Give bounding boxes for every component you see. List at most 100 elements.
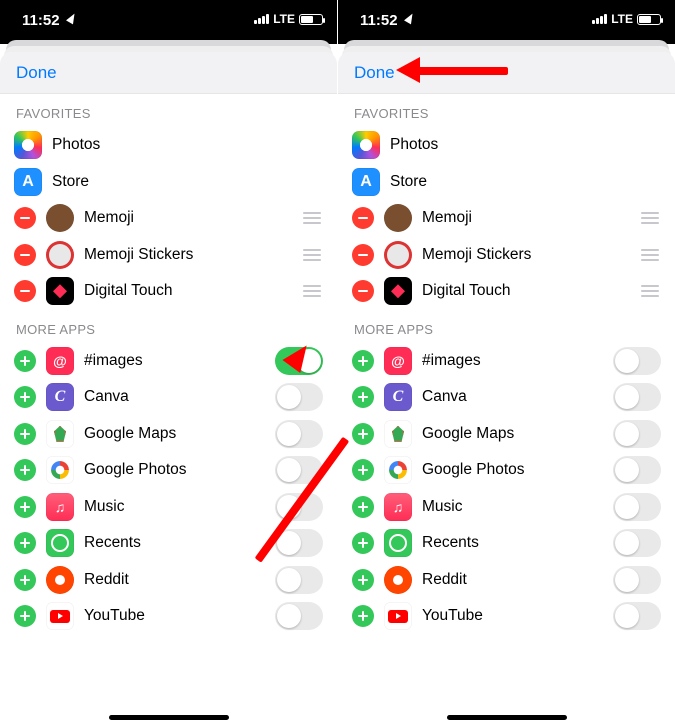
list-item: Music xyxy=(338,489,675,526)
app-label: Memoji xyxy=(422,209,472,227)
toggle-recents[interactable] xyxy=(275,529,323,557)
add-button[interactable] xyxy=(14,569,36,591)
app-label: Digital Touch xyxy=(422,282,510,300)
toggle-recents[interactable] xyxy=(613,529,661,557)
app-label: Reddit xyxy=(84,571,129,589)
toggle-canva[interactable] xyxy=(613,383,661,411)
remove-button[interactable] xyxy=(352,207,374,229)
home-indicator[interactable] xyxy=(447,715,567,720)
done-button[interactable]: Done xyxy=(16,63,57,83)
remove-button[interactable] xyxy=(352,244,374,266)
add-button[interactable] xyxy=(352,532,374,554)
app-label: #images xyxy=(84,352,143,370)
toggle-gphotos[interactable] xyxy=(275,456,323,484)
reddit-icon xyxy=(384,566,412,594)
network-label: LTE xyxy=(273,12,295,26)
add-button[interactable] xyxy=(352,350,374,372)
add-button[interactable] xyxy=(352,386,374,408)
app-label: Memoji Stickers xyxy=(84,246,193,264)
add-button[interactable] xyxy=(14,386,36,408)
phone-left: 11:52 LTE Done FAVORITES Photos xyxy=(0,0,337,726)
toggle-reddit[interactable] xyxy=(275,566,323,594)
add-button[interactable] xyxy=(14,423,36,445)
toggle-gmaps[interactable] xyxy=(613,420,661,448)
app-label: Reddit xyxy=(422,571,467,589)
reorder-handle-icon[interactable] xyxy=(639,249,661,261)
list-item: Google Maps xyxy=(0,416,337,453)
toggle-music[interactable] xyxy=(275,493,323,521)
content[interactable]: FAVORITES Photos Store Memoji xyxy=(0,94,337,726)
app-label: Store xyxy=(52,173,89,191)
remove-button[interactable] xyxy=(14,280,36,302)
memoji-stickers-icon xyxy=(46,241,74,269)
app-label: #images xyxy=(422,352,481,370)
app-label: Music xyxy=(84,498,124,516)
list-item: Memoji Stickers xyxy=(338,237,675,274)
list-item: Music xyxy=(0,489,337,526)
app-label: Recents xyxy=(84,534,141,552)
app-label: YouTube xyxy=(84,607,145,625)
list-item: #images xyxy=(338,343,675,380)
app-label: Store xyxy=(390,173,427,191)
toggle-reddit[interactable] xyxy=(613,566,661,594)
app-label: Photos xyxy=(390,136,438,154)
content[interactable]: FAVORITES Photos Store Memoji xyxy=(338,94,675,726)
list-item: Digital Touch xyxy=(0,273,337,310)
toggle-music[interactable] xyxy=(613,493,661,521)
add-button[interactable] xyxy=(14,496,36,518)
toggle-youtube[interactable] xyxy=(613,602,661,630)
gmaps-icon xyxy=(46,420,74,448)
app-label: Digital Touch xyxy=(84,282,172,300)
reorder-handle-icon[interactable] xyxy=(301,212,323,224)
canva-icon xyxy=(46,383,74,411)
list-item: YouTube xyxy=(338,598,675,635)
toggle-gphotos[interactable] xyxy=(613,456,661,484)
remove-button[interactable] xyxy=(14,207,36,229)
signal-icon xyxy=(592,14,607,24)
toggle-images[interactable] xyxy=(613,347,661,375)
remove-button[interactable] xyxy=(14,244,36,266)
list-item: Store xyxy=(338,164,675,201)
time-text: 11:52 xyxy=(360,12,398,29)
list-item: Memoji xyxy=(0,200,337,237)
app-label: Google Maps xyxy=(422,425,514,443)
list-item: Reddit xyxy=(338,562,675,599)
music-icon xyxy=(384,493,412,521)
music-icon xyxy=(46,493,74,521)
app-label: YouTube xyxy=(422,607,483,625)
add-button[interactable] xyxy=(352,423,374,445)
toggle-canva[interactable] xyxy=(275,383,323,411)
digital-touch-icon xyxy=(46,277,74,305)
list-item: Memoji xyxy=(338,200,675,237)
add-button[interactable] xyxy=(352,605,374,627)
reorder-handle-icon[interactable] xyxy=(301,249,323,261)
reorder-handle-icon[interactable] xyxy=(639,212,661,224)
add-button[interactable] xyxy=(14,350,36,372)
add-button[interactable] xyxy=(352,496,374,518)
list-item: Store xyxy=(0,164,337,201)
app-label: Google Photos xyxy=(422,461,525,479)
done-button[interactable]: Done xyxy=(354,63,395,83)
add-button[interactable] xyxy=(352,459,374,481)
add-button[interactable] xyxy=(14,605,36,627)
toggle-images[interactable] xyxy=(275,347,323,375)
reorder-handle-icon[interactable] xyxy=(639,285,661,297)
photos-icon xyxy=(14,131,42,159)
youtube-icon xyxy=(384,602,412,630)
location-icon xyxy=(404,12,416,25)
add-button[interactable] xyxy=(14,532,36,554)
reorder-handle-icon[interactable] xyxy=(301,285,323,297)
toggle-gmaps[interactable] xyxy=(275,420,323,448)
phone-right: 11:52 LTE Done FAVORITES Photos xyxy=(338,0,675,726)
add-button[interactable] xyxy=(14,459,36,481)
list-item: Google Photos xyxy=(338,452,675,489)
remove-button[interactable] xyxy=(352,280,374,302)
add-button[interactable] xyxy=(352,569,374,591)
images-icon xyxy=(384,347,412,375)
store-icon xyxy=(14,168,42,196)
app-label: Canva xyxy=(84,388,129,406)
toggle-youtube[interactable] xyxy=(275,602,323,630)
home-indicator[interactable] xyxy=(109,715,229,720)
digital-touch-icon xyxy=(384,277,412,305)
app-label: Memoji xyxy=(84,209,134,227)
